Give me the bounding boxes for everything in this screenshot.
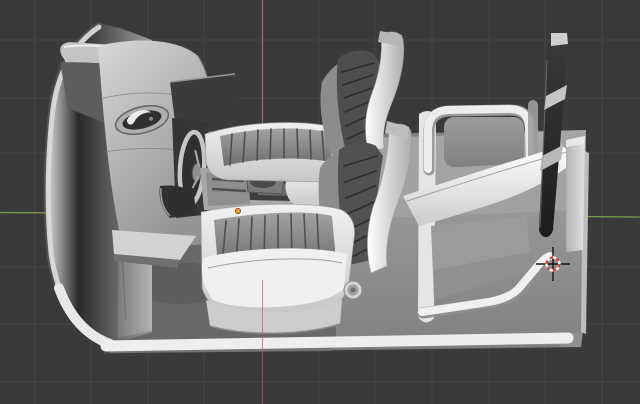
blade-cap [551, 33, 568, 46]
3d-viewport[interactable] [0, 0, 640, 404]
seat-recliner-knob[interactable] [344, 281, 362, 299]
rear-chair-top-panel[interactable] [444, 117, 524, 167]
object-origin-marker [235, 208, 240, 213]
car-interior-model[interactable] [47, 24, 589, 353]
viewport-canvas[interactable] [0, 0, 640, 404]
passenger-seat-cushion[interactable] [201, 204, 355, 333]
rear-pillar[interactable] [566, 136, 585, 252]
